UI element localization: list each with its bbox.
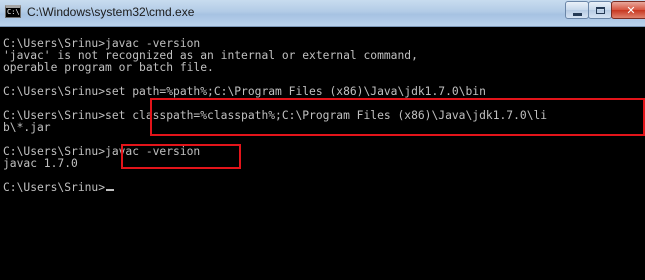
text-cursor: [106, 189, 115, 191]
maximize-icon: [595, 6, 605, 14]
title-bar[interactable]: C:\ C:\Windows\system32\cmd.exe ✕: [0, 0, 645, 27]
console-line: javac 1.7.0: [3, 157, 78, 170]
maximize-button[interactable]: [588, 1, 612, 19]
prompt-text: C:\Users\Srinu>: [3, 181, 106, 194]
console-line: b\*.jar: [3, 121, 51, 134]
close-icon: ✕: [626, 3, 636, 17]
console-line: C:\Users\Srinu>set path=%path%;C:\Progra…: [3, 85, 486, 98]
cmd-icon[interactable]: C:\: [5, 5, 21, 18]
window-title: C:\Windows\system32\cmd.exe: [27, 5, 195, 19]
cmd-window: C:\ C:\Windows\system32\cmd.exe ✕ C:\Use…: [0, 0, 645, 280]
javac-version-highlight-box: [121, 144, 241, 169]
close-button[interactable]: ✕: [611, 1, 645, 19]
classpath-highlight-box: [150, 98, 645, 136]
console-line: operable program or batch file.: [3, 61, 214, 74]
minimize-icon: [572, 12, 582, 16]
minimize-button[interactable]: [565, 1, 589, 19]
console-output[interactable]: C:\Users\Srinu>javac -version 'javac' is…: [0, 27, 645, 280]
console-prompt-line[interactable]: C:\Users\Srinu>: [3, 181, 115, 194]
